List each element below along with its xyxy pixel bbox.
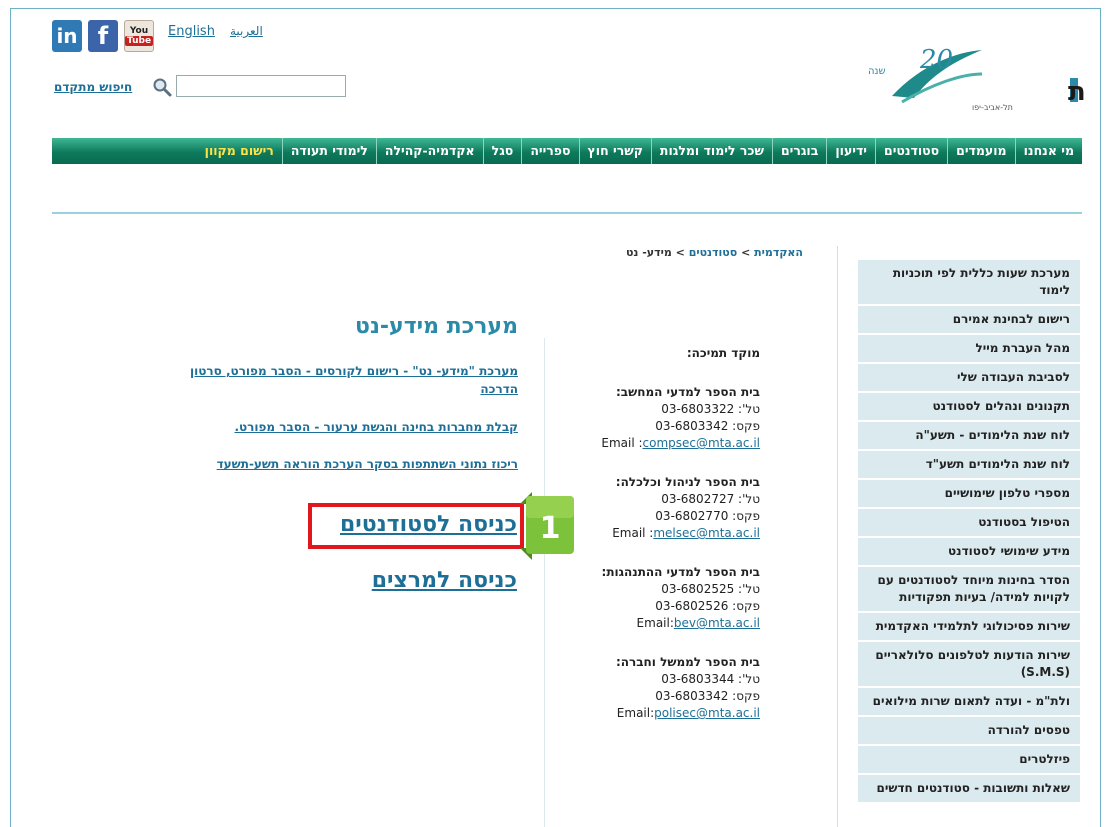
sidebar-divider [837, 246, 838, 827]
sidebar-item[interactable]: ולת"מ - ועדה לתאום שרות מילואים [858, 688, 1080, 717]
svg-text:20: 20 [919, 45, 953, 75]
nav-item-students[interactable]: סטודנטים [874, 138, 947, 164]
english-link[interactable]: English [168, 24, 215, 39]
email-link[interactable]: melsec@mta.ac.il [653, 526, 760, 540]
sidebar-item[interactable]: טפסים להורדה [858, 717, 1080, 746]
youtube-icon[interactable]: You Tube [124, 20, 154, 52]
support-contacts: מוקד תמיכה: בית הספר למדעי המחשב: טל': 0… [560, 346, 760, 744]
page-title: מערכת מידע-נט [355, 314, 518, 339]
nav-item-alumni[interactable]: בוגרים [771, 138, 826, 164]
email-link[interactable]: compsec@mta.ac.il [643, 436, 760, 450]
facebook-icon[interactable]: f [88, 20, 118, 52]
sidebar-item[interactable]: הסדר בחינות מיוחד לסטודנטים עם לקויות למ… [858, 567, 1080, 613]
nav-item-tuition[interactable]: שכר לימוד ומלגות [650, 138, 772, 164]
sidebar-item[interactable]: מספרי טלפון שימושיים [858, 480, 1080, 509]
nav-item-library[interactable]: ספרייה [521, 138, 578, 164]
support-heading: מוקד תמיכה: [686, 346, 760, 360]
email-link[interactable]: bev@mta.ac.il [674, 616, 760, 630]
sidebar-item[interactable]: שירות פסיכולוגי לתלמידי האקדמית [858, 613, 1080, 642]
sidebar-item[interactable]: שאלות ותשובות - סטודנטים חדשים [858, 775, 1080, 804]
breadcrumb: האקדמית > סטודנטים > מידע- נט [625, 246, 803, 259]
search-icon[interactable] [152, 77, 172, 97]
sidebar-item[interactable]: מהל העברת מייל [858, 335, 1080, 364]
nav-item-community[interactable]: אקדמיה-קהילה [375, 138, 483, 164]
nav-item-catalog[interactable]: ידיעון [826, 138, 875, 164]
sidebar-item[interactable]: לסביבת העבודה שלי [858, 364, 1080, 393]
contact-block: בית הספר לניהול וכלכלה: טל': 03-6802727 … [612, 475, 760, 540]
nav-item-international[interactable]: קשרי חוץ [578, 138, 651, 164]
content-divider [544, 338, 545, 827]
contact-block: בית הספר למדעי המחשב: טל': 03-6803322 פק… [601, 385, 760, 450]
svg-text:תל-אביב-יפו: תל-אביב-יפו [972, 103, 1013, 112]
nav-item-candidates[interactable]: מועמדים [947, 138, 1014, 164]
main-nav: מי אנחנו מועמדים סטודנטים ידיעון בוגרים … [52, 138, 1082, 164]
sidebar: מערכת שעות כללית לפי תוכניות לימוד רישום… [858, 260, 1080, 804]
svg-text:האקדמית: האקדמית [1068, 77, 1084, 107]
header-divider [52, 212, 1082, 214]
arabic-link[interactable]: العربية [230, 24, 263, 38]
lecturer-login-link[interactable]: כניסה למרצים [372, 568, 517, 593]
exam-appeal-link[interactable]: קבלת מחברות בחינה והגשת ערעור - הסבר מפו… [160, 418, 518, 436]
email-link[interactable]: polisec@mta.ac.il [654, 706, 760, 720]
sidebar-item[interactable]: הטיפול בסטודנט [858, 509, 1080, 538]
sidebar-item[interactable]: לוח שנת הלימודים - תשע"ה [858, 422, 1080, 451]
sidebar-item[interactable]: לוח שנת הלימודים תשע"ד [858, 451, 1080, 480]
student-login-link[interactable]: כניסה לסטודנטים [340, 512, 517, 537]
contact-block: בית הספר למדעי ההתנהגות: טל': 03-6802525… [601, 565, 760, 630]
nav-item-online-registration[interactable]: רישום מקוון [191, 138, 282, 164]
breadcrumb-home[interactable]: האקדמית [754, 246, 803, 259]
breadcrumb-current: מידע- נט [625, 246, 672, 259]
sidebar-item[interactable]: פיזלטרים [858, 746, 1080, 775]
contact-block: בית הספר לממשל וחברה: טל': 03-6803344 פק… [615, 655, 760, 720]
course-registration-link[interactable]: מערכת "מידע- נט" - רישום לקורסים - הסבר … [160, 362, 518, 398]
sidebar-item[interactable]: מערכת שעות כללית לפי תוכניות לימוד [858, 260, 1080, 306]
advanced-search-link[interactable]: חיפוש מתקדם [54, 80, 132, 94]
nav-item-certificates[interactable]: לימודי תעודה [281, 138, 376, 164]
sidebar-item[interactable]: שירות הודעות לטלפונים סלולאריים (S.M.S) [858, 642, 1080, 688]
svg-text:שנה: שנה [868, 66, 886, 77]
academic-college-logo[interactable]: 20 שנה האקדמית תל-אביב-יפו [862, 44, 1084, 114]
sidebar-item[interactable]: תקנונים ונהלים לסטודנט [858, 393, 1080, 422]
sidebar-item[interactable]: רישום לבחינת אמירם [858, 306, 1080, 335]
sidebar-item[interactable]: מידע שימושי לסטודנט [858, 538, 1080, 567]
breadcrumb-students[interactable]: סטודנטים [689, 246, 738, 259]
search-input[interactable] [176, 75, 346, 97]
teaching-survey-link[interactable]: ריכוז נתוני השתתפות בסקר הערכת הוראה תשע… [160, 455, 518, 473]
svg-text:1: 1 [540, 511, 561, 546]
nav-item-about[interactable]: מי אנחנו [1014, 138, 1082, 164]
step-marker: 1 [520, 492, 574, 560]
linkedin-icon[interactable]: in [52, 20, 82, 52]
nav-item-staff[interactable]: סגל [482, 138, 522, 164]
